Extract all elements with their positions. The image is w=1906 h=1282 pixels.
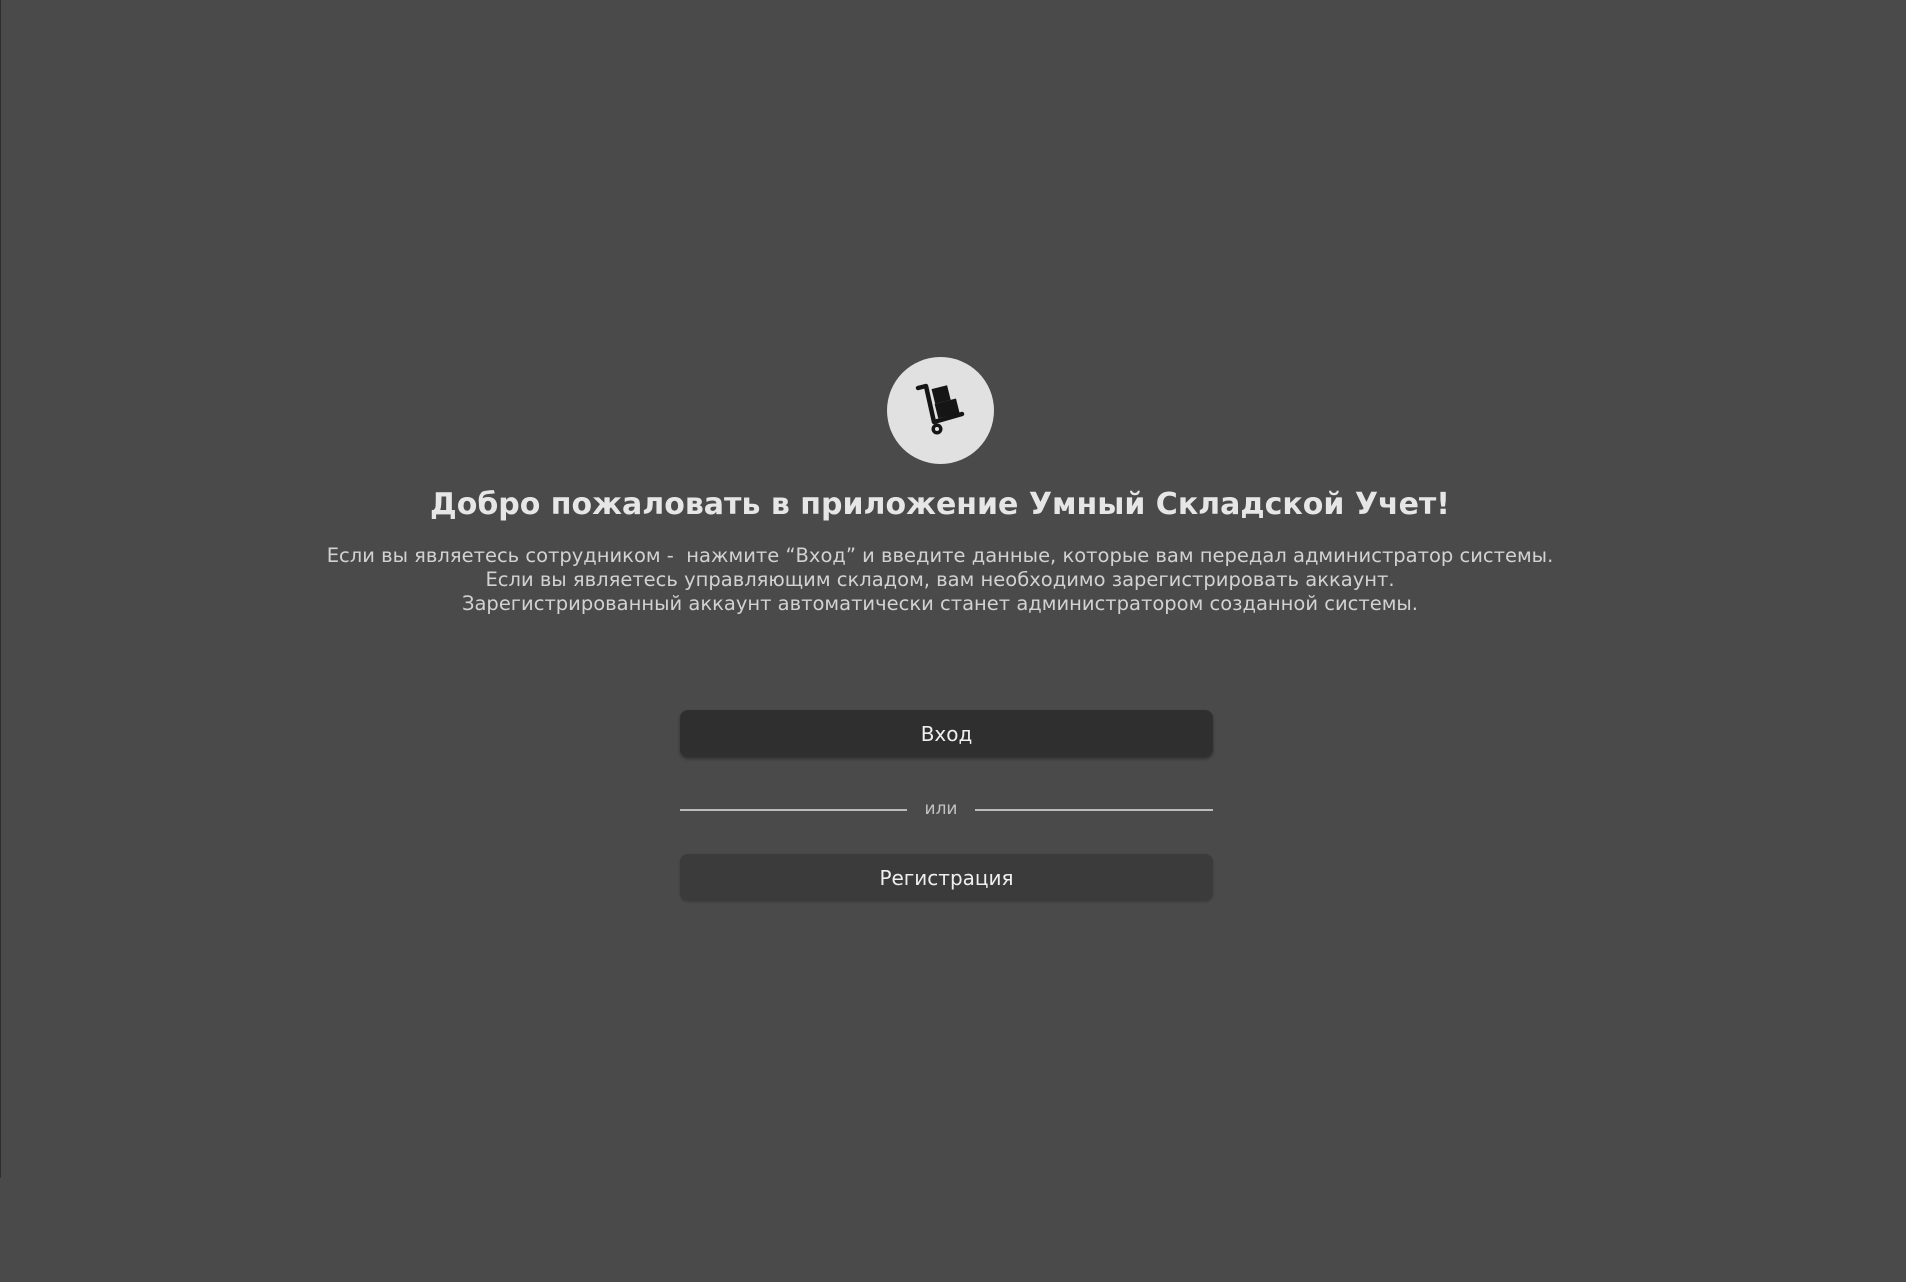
- welcome-title: Добро пожаловать в приложение Умный Скла…: [430, 487, 1450, 522]
- welcome-description: Если вы являетесь сотрудником - нажмите …: [0, 544, 1880, 616]
- welcome-screen: Добро пожаловать в приложение Умный Скла…: [0, 0, 1906, 1282]
- divider-line-right: [975, 809, 1213, 811]
- register-button-label: Регистрация: [879, 865, 1014, 890]
- description-line-manager: Если вы являетесь управляющим складом, в…: [485, 568, 1395, 591]
- description-line-employee: Если вы являетесь сотрудником - нажмите …: [326, 544, 1554, 567]
- hand-truck-boxes-icon: [915, 383, 964, 434]
- or-divider: или: [680, 797, 1213, 821]
- login-button-label: Вход: [920, 721, 973, 746]
- bottom-band: [0, 1178, 1906, 1282]
- app-logo: [887, 357, 994, 464]
- register-button[interactable]: Регистрация: [680, 854, 1213, 901]
- divider-label: или: [924, 799, 958, 819]
- description-line-admin: Зарегистрированный аккаунт автоматически…: [461, 592, 1419, 615]
- login-button[interactable]: Вход: [680, 710, 1213, 757]
- divider-line-left: [680, 809, 907, 811]
